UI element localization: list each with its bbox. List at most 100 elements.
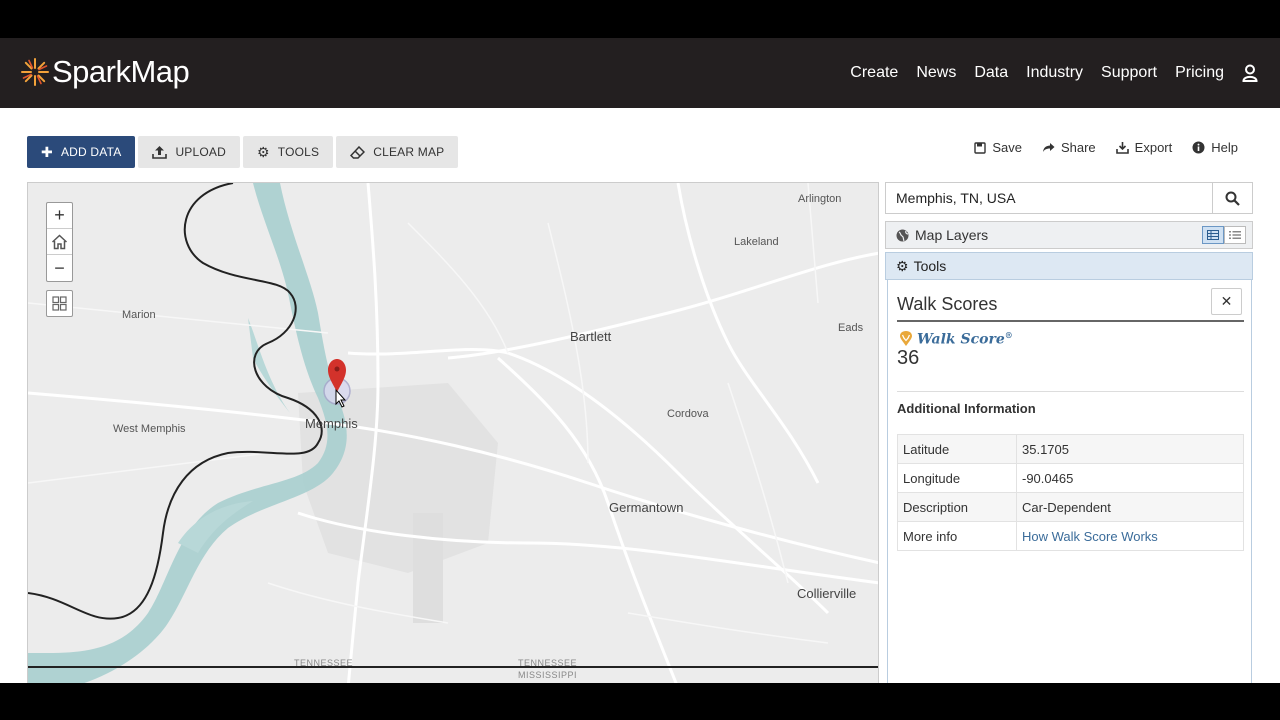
clear-map-label: Clear Map — [373, 145, 445, 159]
map-label-tennessee-east: TENNESSEE — [518, 658, 578, 668]
additional-info-heading: Additional Information — [897, 401, 1036, 416]
export-button[interactable]: Export — [1115, 140, 1173, 155]
save-icon — [974, 141, 987, 154]
how-walk-score-works-link[interactable]: How Walk Score Works — [1022, 529, 1158, 544]
search-input[interactable] — [886, 183, 1212, 213]
map-label-germantown: Germantown — [609, 500, 684, 515]
basemap-toggle-button[interactable] — [46, 290, 73, 317]
eraser-icon — [350, 145, 366, 159]
table-view-button[interactable] — [1202, 226, 1224, 244]
logo-text: SparkMap — [52, 54, 190, 89]
main-nav: Create News Data Industry Support Pricin… — [832, 38, 1258, 108]
walk-score-brand: Walk Score® — [917, 330, 1013, 348]
map-label-eads: Eads — [838, 322, 864, 334]
walk-scores-panel: Walk Scores ✕ Walk Score® 36 Additional … — [887, 280, 1252, 683]
zoom-controls: + − — [46, 202, 73, 282]
close-icon: ✕ — [1220, 293, 1233, 309]
latitude-key: Latitude — [897, 434, 1017, 464]
map-label-mississippi: MISSISSIPPI — [518, 670, 578, 680]
info-table: Latitude 35.1705 Longitude -90.0465 Desc… — [897, 434, 1244, 551]
table-row: Longitude -90.0465 — [897, 463, 1244, 493]
export-label: Export — [1134, 140, 1173, 155]
more-info-cell: How Walk Score Works — [1016, 521, 1244, 551]
help-button[interactable]: Help — [1192, 140, 1238, 155]
layer-view-toggle — [1202, 226, 1246, 244]
walk-score-logo[interactable]: Walk Score® — [899, 330, 1013, 348]
zoom-in-button[interactable]: + — [47, 203, 72, 229]
nav-support[interactable]: Support — [1101, 64, 1157, 82]
home-button[interactable] — [47, 229, 72, 255]
longitude-value: -90.0465 — [1016, 463, 1244, 493]
zoom-out-button[interactable]: − — [47, 255, 72, 281]
nav-create[interactable]: Create — [850, 64, 898, 82]
share-icon — [1042, 143, 1055, 152]
user-icon[interactable] — [1242, 64, 1258, 82]
gear-icon: ⚙ — [896, 257, 909, 274]
more-info-key: More info — [897, 521, 1017, 551]
search-button[interactable] — [1212, 183, 1252, 213]
nav-news[interactable]: News — [916, 64, 956, 82]
sparkmap-logo[interactable]: SparkMap — [20, 52, 190, 92]
help-label: Help — [1211, 140, 1238, 155]
plus-icon: ✚ — [41, 143, 53, 160]
table-row: More info How Walk Score Works — [897, 521, 1244, 551]
map-label-memphis: Memphis — [305, 416, 358, 431]
gear-icon: ⚙ — [257, 143, 270, 160]
map-label-lakeland: Lakeland — [734, 236, 779, 248]
add-data-label: Add Data — [60, 145, 122, 159]
map-actions: Save Share Export Help — [954, 140, 1238, 155]
home-icon — [51, 233, 68, 249]
clear-map-button[interactable]: Clear Map — [336, 136, 459, 168]
registered-mark: ® — [1004, 330, 1013, 340]
table-row: Latitude 35.1705 — [897, 434, 1244, 464]
download-icon — [1115, 142, 1129, 154]
share-button[interactable]: Share — [1042, 140, 1096, 155]
add-data-button[interactable]: ✚ Add Data — [27, 136, 136, 168]
grid-icon — [52, 296, 67, 311]
map-layers-label: Map Layers — [915, 227, 989, 243]
upload-label: Upload — [175, 145, 226, 159]
globe-icon — [896, 229, 909, 241]
upload-button[interactable]: Upload — [138, 136, 240, 168]
divider — [897, 320, 1244, 322]
save-button[interactable]: Save — [974, 140, 1022, 155]
map-label-arlington: Arlington — [798, 193, 842, 205]
latitude-value: 35.1705 — [1016, 434, 1244, 464]
map-label-west-memphis: West Memphis — [113, 423, 186, 435]
map-layers-header[interactable]: Map Layers — [885, 221, 1253, 249]
walk-score-value: 36 — [897, 347, 920, 369]
location-search — [885, 182, 1253, 214]
app-frame: SparkMap Create News Data Industry Suppo… — [0, 38, 1280, 683]
longitude-key: Longitude — [897, 463, 1017, 493]
info-icon — [1192, 141, 1205, 154]
walk-score-pin-icon — [900, 331, 912, 347]
save-label: Save — [992, 140, 1022, 155]
list-view-button[interactable] — [1224, 226, 1246, 244]
top-navbar: SparkMap Create News Data Industry Suppo… — [0, 38, 1280, 108]
table-row: Description Car-Dependent — [897, 492, 1244, 522]
upload-icon — [152, 146, 168, 159]
nav-industry[interactable]: Industry — [1026, 64, 1083, 82]
divider — [897, 391, 1244, 392]
map-label-bartlett: Bartlett — [570, 329, 612, 344]
map-label-cordova: Cordova — [667, 408, 709, 420]
tools-button[interactable]: ⚙ Tools — [243, 136, 334, 168]
description-value: Car-Dependent — [1016, 492, 1244, 522]
list-icon — [1229, 231, 1241, 239]
tools-header[interactable]: ⚙ Tools — [885, 252, 1253, 280]
walk-score-brand-text: Walk Score — [917, 331, 1005, 348]
map-toolbar: ✚ Add Data Upload ⚙ Tools Clear Map — [27, 136, 461, 168]
map-label-collierville: Collierville — [797, 586, 857, 601]
walk-scores-title: Walk Scores — [897, 294, 998, 314]
tools-label: Tools — [277, 145, 320, 159]
tools-header-label: Tools — [913, 258, 947, 274]
share-label: Share — [1060, 140, 1096, 155]
description-key: Description — [897, 492, 1017, 522]
nav-data[interactable]: Data — [974, 64, 1008, 82]
map-label-marion: Marion — [122, 309, 156, 321]
map-label-tennessee-west: TENNESSEE — [294, 658, 354, 668]
close-button[interactable]: ✕ — [1211, 288, 1242, 315]
table-icon — [1207, 230, 1219, 240]
nav-pricing[interactable]: Pricing — [1175, 64, 1224, 82]
map-canvas[interactable]: Arlington Lakeland Marion Bartlett Eads … — [27, 182, 879, 683]
